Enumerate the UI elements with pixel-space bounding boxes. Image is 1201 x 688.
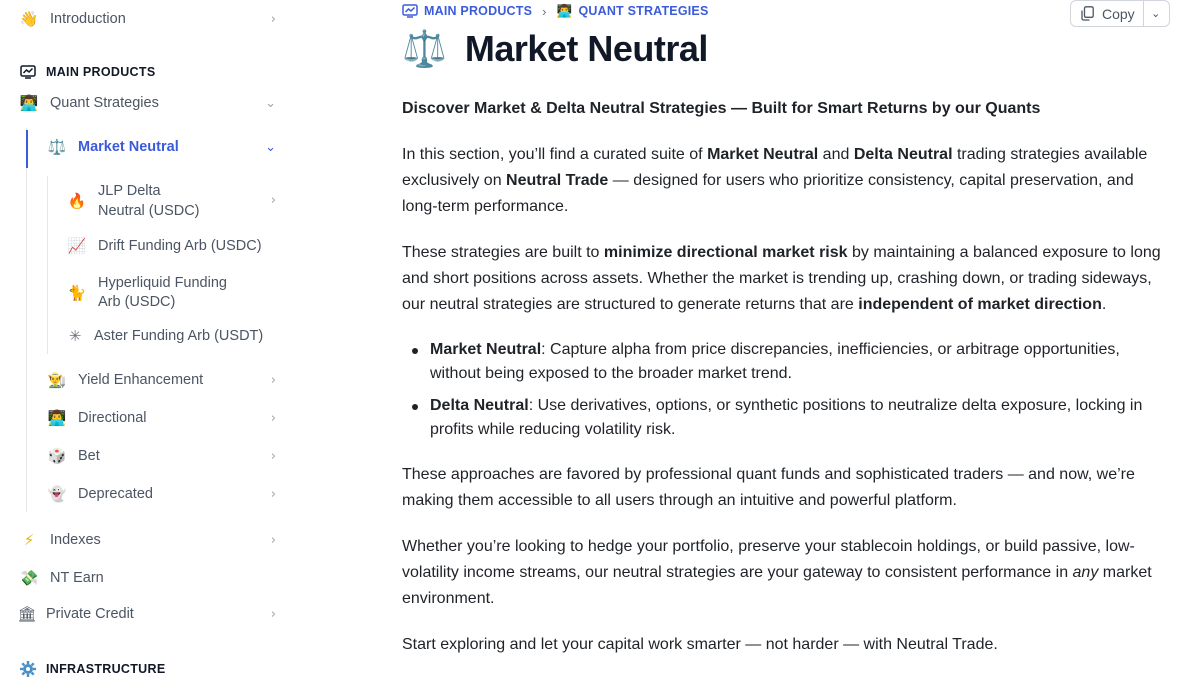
bold-text: Delta Neutral [853,146,953,163]
tree-line [47,176,48,354]
sidebar-item-quant-strategies[interactable]: 👨‍💻 Quant Strategies ⌄ [18,94,290,112]
chevron-right-icon[interactable]: › [271,373,276,388]
text: These strategies are built to [402,244,604,261]
balance-scale-icon: ⚖️ [402,29,447,70]
chevron-right-icon[interactable]: › [271,487,276,502]
waving-hand-icon: 👋 [19,10,39,28]
chevron-right-icon[interactable]: › [271,533,276,548]
text: In this section, you’ll find a curated s… [402,146,708,163]
approach-paragraph: These approaches are favored by professi… [402,466,1135,509]
sidebar-item-directional[interactable]: 👨‍💻 Directional › [46,409,290,427]
sidebar-item-nt-earn[interactable]: 💸 NT Earn [18,569,290,587]
section-main-products: MAIN PRODUCTS [18,65,155,79]
cat-icon: 🐈 [67,283,87,302]
text: . [1101,296,1107,313]
chevron-right-icon[interactable]: › [271,449,276,464]
farmer-icon: 👨‍🌾 [47,371,67,389]
sidebar: 👋 Introduction › MAIN PRODUCTS 👨‍💻 Quant… [0,0,300,688]
bold-text: Market Neutral [430,341,542,358]
active-indicator [26,130,28,168]
section-infrastructure: INFRASTRUCTURE [18,660,165,678]
balance-scale-icon: ⚖️ [47,138,67,156]
breadcrumb: MAIN PRODUCTS › 👨‍💻 QUANT STRATEGIES [402,3,709,19]
dice-icon: 🎲 [47,447,67,465]
copy-icon [1081,6,1094,21]
sidebar-item-label: Drift Funding Arb (USDC) [98,238,262,254]
sidebar-item-label: Hyperliquid Funding Arb (USDC) [98,275,227,310]
fire-icon: 🔥 [67,192,87,210]
text: and [818,146,854,163]
breadcrumb-link-main-products[interactable]: MAIN PRODUCTS [424,4,532,18]
sidebar-item-market-neutral[interactable]: ⚖️ Market Neutral ⌄ [46,138,290,156]
chart-icon [402,4,418,18]
closing-paragraph: Start exploring and let your capital wor… [402,636,998,653]
intro-paragraph: In this section, you’ll find a curated s… [402,142,1172,220]
copy-label: Copy [1102,5,1135,22]
sidebar-item-label: Yield Enhancement [78,372,204,388]
list-item: Market Neutral: Capture alpha from price… [402,338,1172,386]
sidebar-item-jlp-delta-neutral[interactable]: 🔥 JLP Delta Neutral (USDC) › [66,181,290,221]
bold-text: Neutral Trade [506,172,609,189]
sidebar-item-introduction[interactable]: 👋 Introduction › [18,10,290,28]
sidebar-item-deprecated[interactable]: 👻 Deprecated › [46,485,290,503]
chevron-right-icon: › [542,3,547,19]
asterisk-icon: ✳ [68,327,82,345]
sidebar-item-label: Quant Strategies [50,95,159,111]
sidebar-item-label: Aster Funding Arb (USDT) [94,328,264,344]
section-title: INFRASTRUCTURE [46,662,166,676]
chart-icon [18,65,38,79]
sidebar-item-label: Bet [78,448,100,464]
sidebar-item-bet[interactable]: 🎲 Bet › [46,447,290,465]
lead-paragraph: Discover Market & Delta Neutral Strategi… [402,100,1041,117]
bank-icon: 🏛 [17,605,37,623]
sidebar-item-label: Introduction [50,11,126,27]
chevron-right-icon[interactable]: › [271,191,276,211]
sidebar-item-label: JLP Delta Neutral (USDC) [98,183,200,219]
bold-text: Market Neutral [707,146,819,163]
sidebar-item-label: Indexes [50,532,101,548]
technologist-icon: 👨‍💻 [19,94,39,112]
technologist-icon: 👨‍💻 [556,3,573,18]
italic-text: any [1072,564,1099,581]
section-title: MAIN PRODUCTS [46,65,156,79]
sidebar-item-hyperliquid-funding-arb[interactable]: 🐈 Hyperliquid Funding Arb (USDC) [66,274,290,312]
sidebar-item-yield-enhancement[interactable]: 👨‍🌾 Yield Enhancement › [46,371,290,389]
sidebar-item-aster-funding-arb[interactable]: ✳ Aster Funding Arb (USDT) [64,327,290,345]
strategy-paragraph: These strategies are built to minimize d… [402,240,1172,318]
chevron-right-icon[interactable]: › [271,607,276,622]
chevron-down-icon[interactable]: ⌄ [265,140,276,155]
breadcrumb-link-quant-strategies[interactable]: QUANT STRATEGIES [578,4,708,18]
sidebar-item-drift-funding-arb[interactable]: 📈 Drift Funding Arb (USDC) [66,237,290,255]
strategy-list: Market Neutral: Capture alpha from price… [402,338,1172,442]
chevron-right-icon[interactable]: › [271,411,276,426]
sidebar-item-private-credit[interactable]: 🏛 Private Credit › [16,605,290,623]
technologist-icon: 👨‍💻 [47,409,67,427]
gear-icon [18,660,38,678]
sidebar-item-label: Directional [78,410,147,426]
tree-line [26,128,27,512]
sidebar-item-label: Market Neutral [78,139,179,155]
text: Whether you’re looking to hedge your por… [402,538,1135,581]
sidebar-item-label: Deprecated [78,486,153,502]
bold-text: minimize directional market risk [603,244,848,261]
chevron-down-icon[interactable]: ⌄ [265,96,276,111]
sidebar-item-label: NT Earn [50,570,104,586]
page-header: ⚖️ Market Neutral [402,28,708,70]
money-wings-icon: 💸 [19,569,39,587]
chevron-down-icon[interactable]: ⌄ [1144,7,1168,20]
bold-text: independent of market direction [858,296,1102,313]
bold-text: Delta Neutral [430,397,529,414]
text: : Use derivatives, options, or synthetic… [430,397,1143,438]
hedge-paragraph: Whether you’re looking to hedge your por… [402,534,1172,612]
chart-increasing-icon: 📈 [67,237,87,255]
ghost-icon: 👻 [47,485,67,503]
copy-button[interactable]: Copy ⌄ [1070,0,1170,27]
lightning-icon: ⚡ [23,531,35,549]
sidebar-item-indexes[interactable]: ⚡ Indexes › [18,531,290,549]
page-title: Market Neutral [464,28,709,69]
chevron-right-icon[interactable]: › [271,12,276,27]
list-item: Delta Neutral: Use derivatives, options,… [402,394,1172,442]
sidebar-item-label: Private Credit [46,606,134,622]
article-body: Discover Market & Delta Neutral Strategi… [402,96,1172,678]
